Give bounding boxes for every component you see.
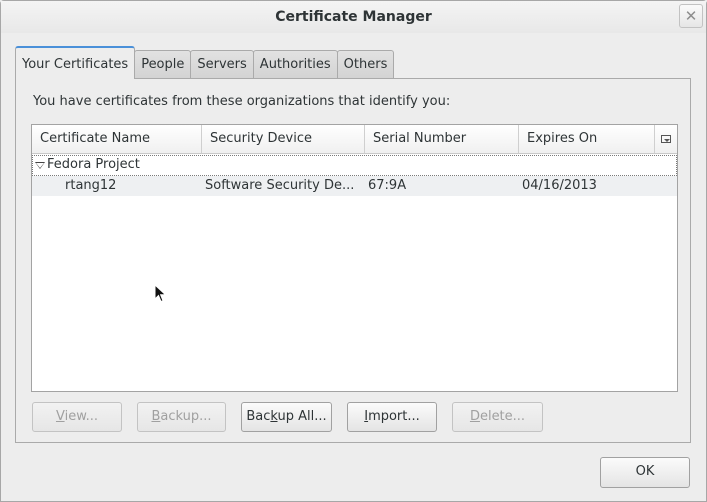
backup-button[interactable]: Backup... [137,402,226,432]
tab-your-certificates[interactable]: Your Certificates [15,46,136,79]
table-row[interactable]: rtang12 Software Security De... 67:9A 04… [32,176,677,196]
delete-button[interactable]: Delete... [452,402,543,432]
expander-open-icon[interactable] [33,156,47,175]
certificate-manager-window: Certificate Manager ✕ Your Certificates … [0,0,707,502]
column-picker-button[interactable] [655,125,677,153]
column-picker-icon [661,135,671,143]
tab-people[interactable]: People [134,50,192,78]
cell-serial-number: 67:9A [368,178,407,193]
mouse-pointer-icon [154,284,167,303]
tab-authorities[interactable]: Authorities [252,50,338,78]
close-icon: ✕ [684,7,698,25]
title-bar: Certificate Manager ✕ [1,1,706,33]
close-button[interactable]: ✕ [679,4,703,28]
cell-certificate-name: rtang12 [65,178,117,193]
tab-servers[interactable]: Servers [190,50,254,78]
action-buttons: View... Backup... Backup All... Import..… [32,402,558,432]
tab-panel: You have certificates from these organiz… [15,78,691,443]
column-header-serial-number[interactable]: Serial Number [365,125,519,153]
view-button[interactable]: View... [32,402,122,432]
intro-text: You have certificates from these organiz… [33,94,451,109]
import-button[interactable]: Import... [347,402,437,432]
tab-others[interactable]: Others [336,50,395,78]
cell-expires-on: 04/16/2013 [522,178,597,193]
tab-bar: Your Certificates People Servers Authori… [15,46,395,79]
column-header-expires-on[interactable]: Expires On [519,125,655,153]
group-name: Fedora Project [47,157,140,172]
ok-button[interactable]: OK [600,457,690,488]
cell-security-device: Software Security De... [205,178,355,193]
certificate-tree[interactable]: Certificate Name Security Device Serial … [31,124,678,392]
tree-group-row[interactable]: Fedora Project [32,155,677,176]
backup-all-button[interactable]: Backup All... [241,402,332,432]
window-title: Certificate Manager [275,9,432,25]
column-header-row: Certificate Name Security Device Serial … [32,125,677,154]
column-header-security-device[interactable]: Security Device [202,125,365,153]
column-header-certificate-name[interactable]: Certificate Name [32,125,202,153]
